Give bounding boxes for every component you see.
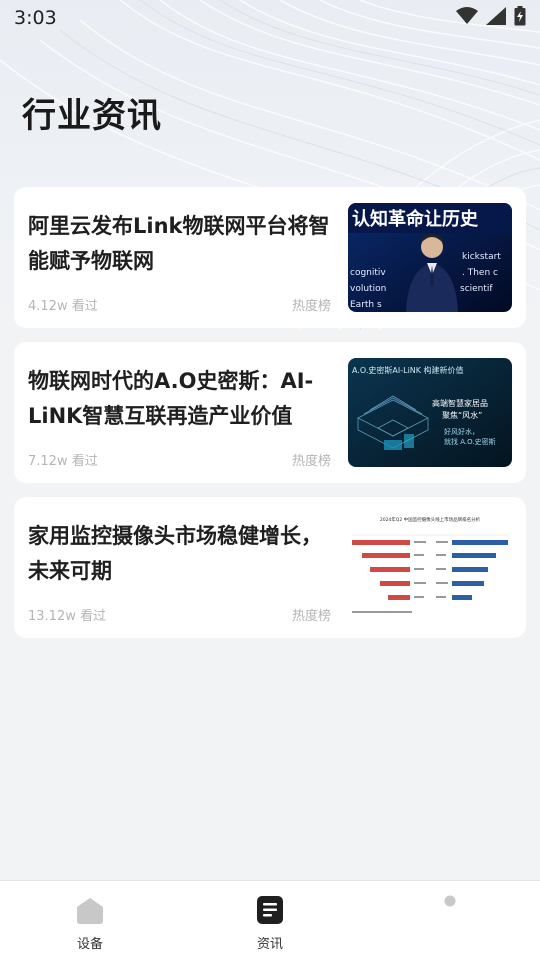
status-bar: 3:03 [0,0,540,36]
thumb-text: cognitiv [350,268,386,278]
page-title: 行业资讯 [22,96,162,136]
tab-label: 设备 [76,937,103,952]
home-icon [75,895,105,927]
news-views: 13.12w 看过 [28,609,106,624]
thumb-text: A.O.史密斯AI-LiNK 构建新价值 [352,365,464,375]
status-time: 3:03 [14,7,57,29]
news-card[interactable]: 阿里云发布Link物联网平台将智能赋予物联网 4.12w 看过 热度榜 认知革命… [14,187,526,328]
news-title: 阿里云发布Link物联网平台将智能赋予物联网 [28,214,330,273]
thumb-text: kickstart [462,252,501,262]
news-card[interactable]: 家用监控摄像头市场稳健增长，未来可期 13.12w 看过 热度榜 2024年Q2… [14,497,526,638]
wifi-icon [456,7,478,29]
signal-icon [486,7,506,29]
news-views: 7.12w 看过 [28,454,98,469]
news-tag: 热度榜 [292,299,332,314]
news-title: 家用监控摄像头市场稳健增长，未来可期 [28,524,322,583]
thumb-text: 2024年Q2 中国监控摄像头线上市场品牌排名分析 [380,516,481,523]
thumb-text: Earth s [350,300,382,310]
news-card[interactable]: 物联网时代的A.O史密斯：AI-LiNK智慧互联再造产业价值 7.12w 看过 … [14,342,526,483]
thumb-text: 认知革命让历史 [352,208,479,230]
tab-devices[interactable]: 设备 [30,881,150,960]
news-tag: 热度榜 [292,609,332,624]
thumb-text: volution [350,284,386,294]
news-views: 4.12w 看过 [28,299,98,314]
news-tag: 热度榜 [292,454,332,469]
status-icons [456,6,526,30]
thumb-text: 好风好水， [444,427,479,436]
news-thumbnail: A.O.史密斯AI-LiNK 构建新价值 高端智慧家居品 聚焦“风水” 好风好水… [348,358,512,467]
thumb-text: 聚焦“风水” [442,410,482,420]
thumb-text: 高端智慧家居品 [432,398,488,408]
tab-label: 资讯 [256,937,283,952]
bottom-nav: 设备 资讯 [0,880,540,960]
news-title: 物联网时代的A.O史密斯：AI-LiNK智慧互联再造产业价值 [28,369,314,428]
tab-news[interactable]: 资讯 [210,881,330,960]
news-thumbnail: 2024年Q2 中国监控摄像头线上市场品牌排名分析 [348,513,512,622]
news-thumbnail: 认知革命让历史 kickstart cognitiv volution . Th… [348,203,512,312]
document-icon [256,895,284,927]
tab-third[interactable] [390,881,510,960]
news-list: 阿里云发布Link物联网平台将智能赋予物联网 4.12w 看过 热度榜 认知革命… [14,187,526,652]
thumb-text: 就找 A.O.史密斯 [444,437,496,446]
dot-icon [443,895,457,927]
thumb-text: scientif [460,284,493,294]
thumb-text: . Then c [462,268,498,278]
battery-charging-icon [514,6,526,30]
